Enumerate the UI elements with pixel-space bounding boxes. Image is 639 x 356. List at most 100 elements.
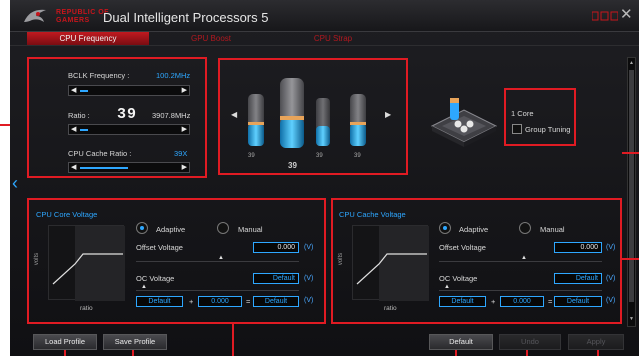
core-oc-slider[interactable] bbox=[136, 290, 299, 291]
callout-line-right-bottom bbox=[622, 258, 639, 260]
core-adaptive-label: Adaptive bbox=[156, 225, 186, 234]
core-voltage-title: CPU Core Voltage bbox=[36, 210, 98, 219]
cache-offset-slider-handle[interactable]: ▲ bbox=[521, 255, 527, 261]
callout-line-bottom bbox=[597, 350, 599, 356]
previous-page-icon[interactable]: ‹ bbox=[12, 174, 18, 192]
core-label: 39 bbox=[248, 153, 255, 159]
callout-line-right-top bbox=[622, 152, 639, 154]
core-oc-unit: (V) bbox=[304, 275, 314, 282]
cache-manual-label: Manual bbox=[540, 225, 565, 234]
core-cylinders[interactable] bbox=[244, 74, 384, 156]
core-voltage-graph bbox=[48, 225, 125, 301]
cache-manual-radio[interactable] bbox=[519, 222, 531, 234]
default-button[interactable]: Default bbox=[429, 334, 493, 350]
group-tuning-label: Group Tuning bbox=[525, 125, 571, 134]
core-offset-input[interactable]: 0.000 bbox=[253, 242, 299, 253]
cache-sum-unit: (V) bbox=[606, 297, 616, 304]
core-graph-x-axis: ratio bbox=[80, 305, 93, 312]
cache-slider-fill bbox=[80, 167, 128, 169]
cache-oc-slider-handle[interactable]: ▲ bbox=[444, 284, 450, 290]
core-prev-icon[interactable]: ◀ bbox=[231, 110, 237, 119]
core-oc-input[interactable]: Default bbox=[253, 273, 299, 284]
cache-ratio-label: CPU Cache Ratio : bbox=[68, 149, 132, 158]
cache-adaptive-radio[interactable] bbox=[439, 222, 451, 234]
scrollbar[interactable]: ▲ ▼ bbox=[627, 57, 636, 327]
bclk-slider-fill bbox=[80, 90, 88, 92]
close-icon[interactable]: ✕ bbox=[620, 7, 633, 22]
tab-cpu-strap[interactable]: CPU Strap bbox=[272, 32, 394, 45]
window-tool-icons[interactable] bbox=[592, 11, 618, 21]
core-offset-unit: (V) bbox=[304, 244, 314, 251]
cache-voltage-graph bbox=[352, 225, 429, 301]
callout-line-bottom bbox=[232, 324, 234, 356]
core-oc-slider-handle[interactable]: ▲ bbox=[141, 284, 147, 290]
bclk-slider[interactable]: ◀ ▶ bbox=[68, 85, 190, 96]
cache-offset-slider[interactable] bbox=[439, 261, 602, 262]
cache-equals-sign: = bbox=[548, 297, 553, 306]
rog-logo-icon bbox=[24, 9, 46, 22]
cache-sum-default: Default bbox=[439, 296, 486, 307]
ratio-frequency: 3907.8MHz bbox=[152, 111, 191, 120]
bclk-value: 100.2MHz bbox=[156, 71, 191, 80]
cache-offset-label: Offset Voltage bbox=[439, 243, 486, 252]
cache-voltage-title: CPU Cache Voltage bbox=[339, 210, 406, 219]
callout-line-bottom bbox=[526, 350, 528, 356]
callout-line-bottom bbox=[64, 350, 66, 356]
core-label: 39 bbox=[288, 161, 297, 170]
cache-ratio-slider[interactable]: ◀ ▶ bbox=[68, 162, 190, 173]
cache-graph-y-axis: volts bbox=[338, 252, 345, 266]
group-tuning-checkbox[interactable] bbox=[512, 124, 522, 134]
core-manual-label: Manual bbox=[238, 225, 263, 234]
core-label: 39 bbox=[354, 153, 361, 159]
core-cylinder[interactable] bbox=[316, 98, 330, 146]
core-sum-default: Default bbox=[136, 296, 183, 307]
core-equals-sign: = bbox=[246, 297, 251, 306]
core-offset-label: Offset Voltage bbox=[136, 243, 183, 252]
scroll-up-icon[interactable]: ▲ bbox=[629, 60, 634, 66]
core-sum-result: Default bbox=[253, 296, 299, 307]
ratio-value: 39 bbox=[117, 106, 138, 123]
core-manual-radio[interactable] bbox=[217, 222, 229, 234]
ratio-slider[interactable]: ◀ ▶ bbox=[68, 124, 190, 135]
tab-divider bbox=[10, 45, 639, 46]
cache-oc-label: OC Voltage bbox=[439, 274, 478, 283]
cache-ratio-value: 39X bbox=[174, 149, 188, 158]
scrollbar-thumb[interactable] bbox=[629, 70, 634, 302]
tab-gpu-boost[interactable]: GPU Boost bbox=[150, 32, 272, 45]
load-profile-button[interactable]: Load Profile bbox=[33, 334, 97, 350]
core-oc-label: OC Voltage bbox=[136, 274, 175, 283]
cache-graph-x-axis: ratio bbox=[384, 305, 397, 312]
core-sum-unit: (V) bbox=[304, 297, 314, 304]
cache-sum-offset: 0.000 bbox=[500, 296, 544, 307]
brand-text: GAMERS bbox=[56, 17, 90, 24]
cache-adaptive-label: Adaptive bbox=[459, 225, 489, 234]
brand-text: REPUBLIC OF bbox=[56, 9, 109, 16]
callout-line-bottom bbox=[455, 350, 457, 356]
scroll-down-icon[interactable]: ▼ bbox=[629, 316, 634, 322]
core-adaptive-radio[interactable] bbox=[136, 222, 148, 234]
core-plus-sign: + bbox=[189, 297, 194, 306]
cache-oc-input[interactable]: Default bbox=[554, 273, 602, 284]
cpu-chip-icon bbox=[430, 98, 498, 147]
undo-button[interactable]: Undo bbox=[499, 334, 561, 350]
core-cylinder[interactable] bbox=[350, 94, 366, 146]
core-cylinder[interactable] bbox=[280, 78, 304, 148]
cache-plus-sign: + bbox=[491, 297, 496, 306]
core-offset-slider[interactable] bbox=[136, 261, 299, 262]
core-count-label: 1 Core bbox=[511, 109, 534, 118]
core-graph-y-axis: volts bbox=[34, 252, 41, 266]
core-label: 39 bbox=[316, 153, 323, 159]
core-cylinder[interactable] bbox=[248, 94, 264, 146]
core-next-icon[interactable]: ▶ bbox=[385, 110, 391, 119]
core-offset-slider-handle[interactable]: ▲ bbox=[218, 255, 224, 261]
tab-cpu-frequency[interactable]: CPU Frequency bbox=[27, 32, 149, 45]
bclk-label: BCLK Frequency : bbox=[68, 71, 130, 80]
cache-oc-slider[interactable] bbox=[439, 290, 602, 291]
cache-offset-input[interactable]: 0.000 bbox=[554, 242, 602, 253]
window-title: Dual Intelligent Processors 5 bbox=[103, 10, 269, 25]
ratio-label: Ratio : bbox=[68, 111, 90, 120]
save-profile-button[interactable]: Save Profile bbox=[103, 334, 167, 350]
apply-button[interactable]: Apply bbox=[568, 334, 624, 350]
core-sum-offset: 0.000 bbox=[198, 296, 242, 307]
ratio-slider-fill bbox=[80, 129, 88, 131]
